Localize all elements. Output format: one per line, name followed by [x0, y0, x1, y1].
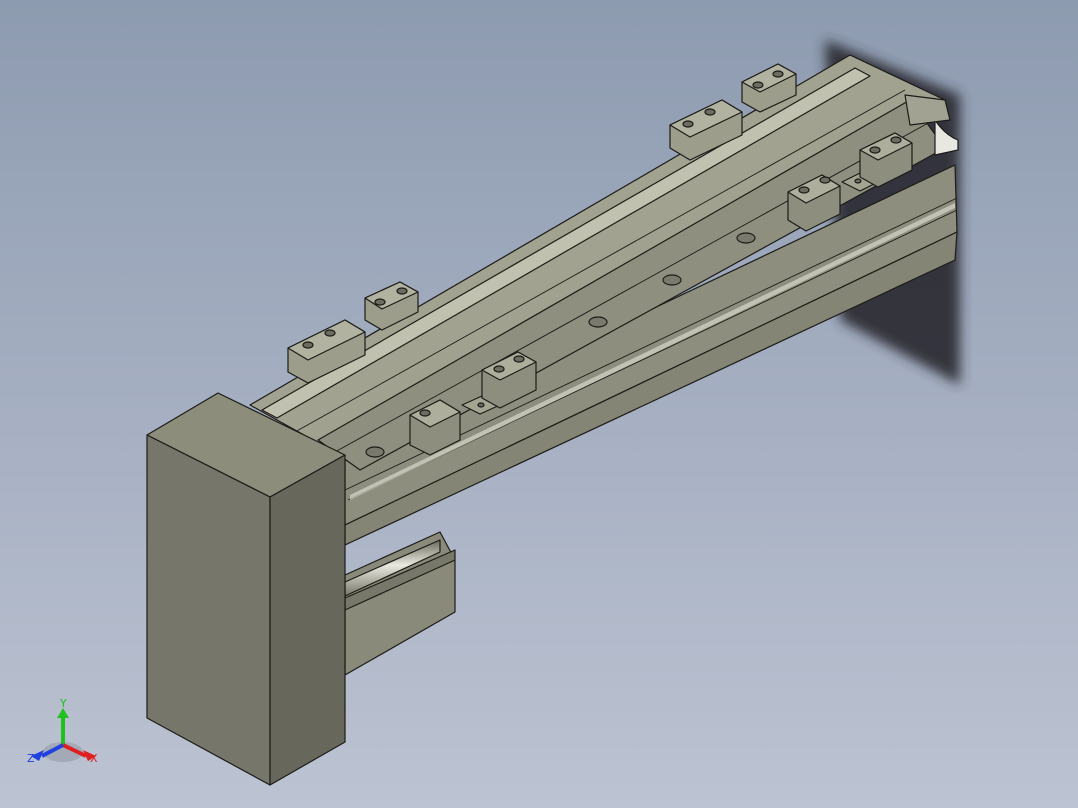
cad-model-view[interactable]: Y X Z	[0, 0, 1078, 808]
lower-rail	[344, 531, 456, 676]
motor-housing-block	[146, 392, 346, 786]
axis-triad[interactable]: Y X Z	[27, 697, 98, 765]
cad-viewport[interactable]: Y X Z	[0, 0, 1078, 808]
y-axis-label: Y	[59, 697, 67, 710]
x-axis-label: X	[90, 752, 98, 765]
linear-rail-body	[249, 54, 959, 546]
z-axis-label: Z	[27, 752, 35, 765]
